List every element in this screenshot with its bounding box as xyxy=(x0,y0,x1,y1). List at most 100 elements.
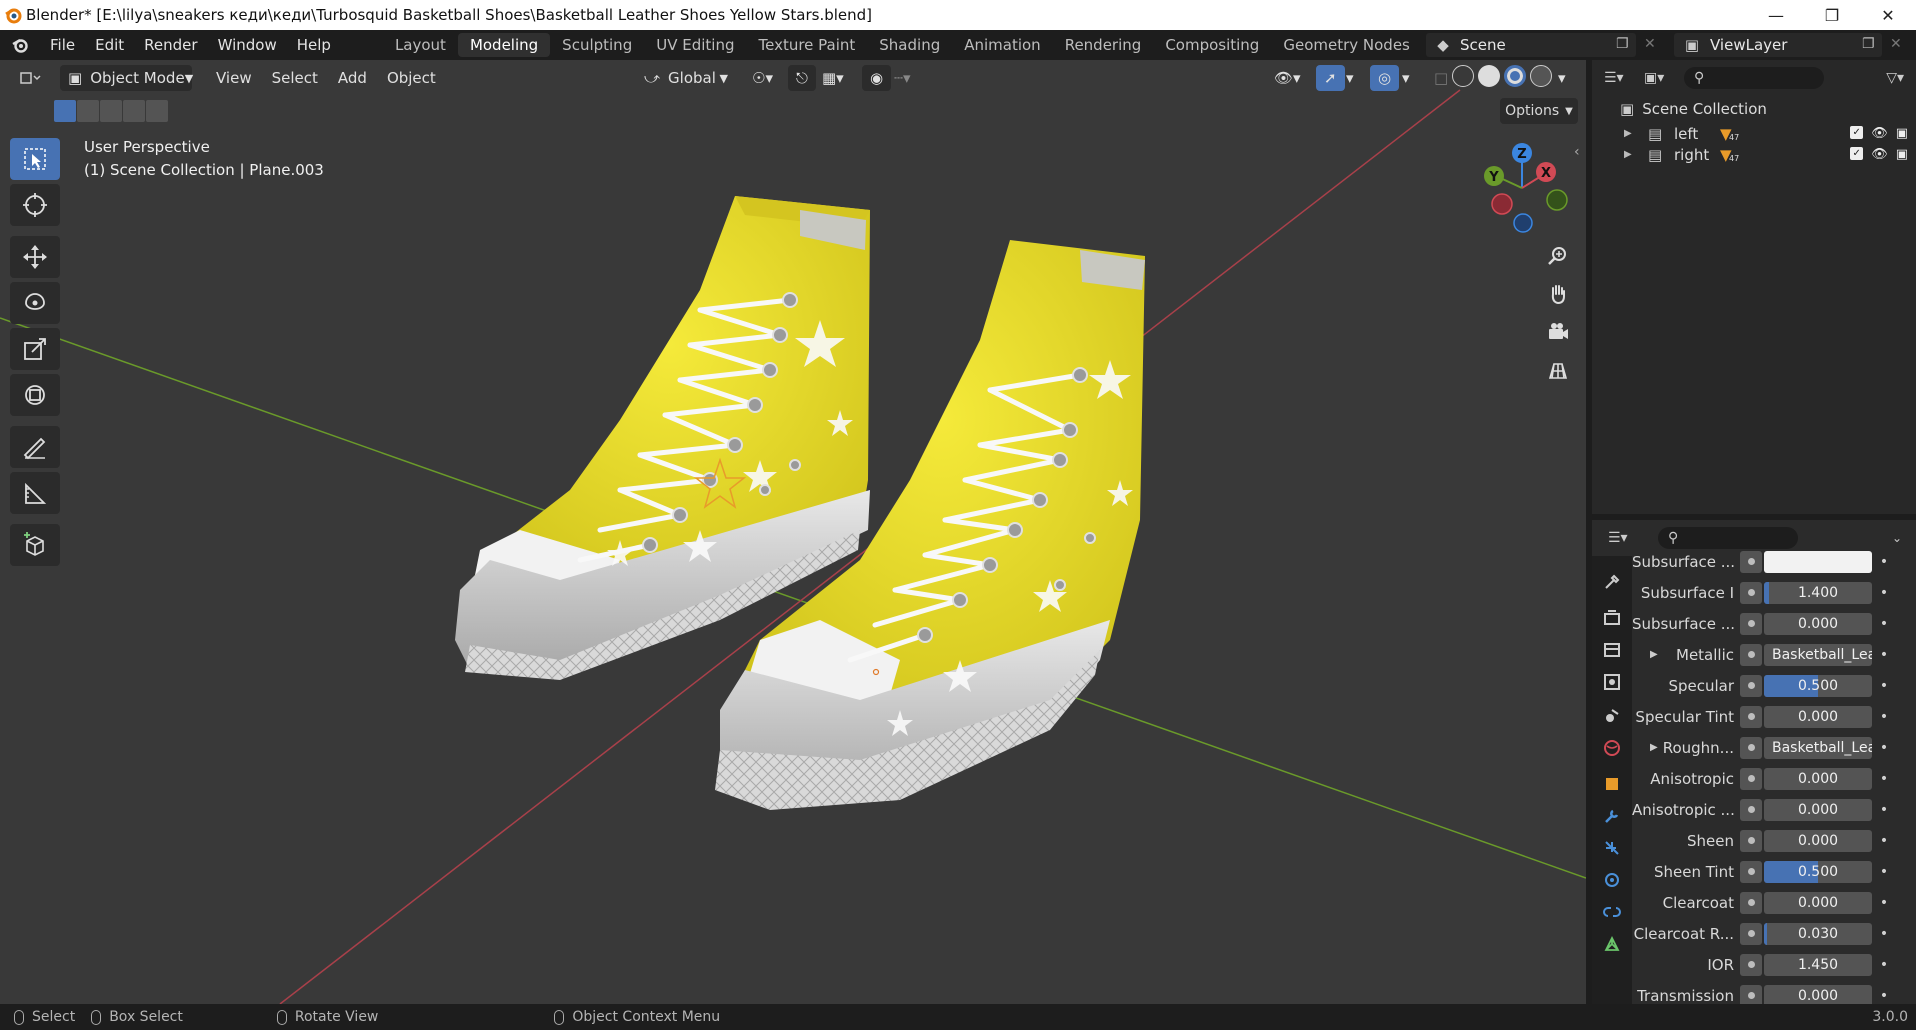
visibility-selector-icon[interactable]: 👁▾ xyxy=(1266,65,1309,91)
view-layer-tab-icon[interactable] xyxy=(1598,668,1626,696)
wireframe-shading-icon[interactable] xyxy=(1452,65,1474,87)
zoom-button[interactable] xyxy=(1542,240,1574,272)
keyframe-dot-icon[interactable]: • xyxy=(1878,988,1890,1004)
number-field[interactable]: 0.030 xyxy=(1764,922,1872,945)
tab-compositing[interactable]: Compositing xyxy=(1153,33,1271,57)
expand-arrow-icon[interactable]: ▶ xyxy=(1624,149,1638,160)
properties-editor-type-icon[interactable]: ☰▾ xyxy=(1608,530,1658,546)
expand-arrow-icon[interactable]: ▶ xyxy=(1650,649,1658,660)
blender-menu-icon[interactable] xyxy=(0,36,40,54)
filter-icon[interactable]: ▽▾ xyxy=(1886,70,1904,86)
keyframe-dot-icon[interactable]: • xyxy=(1878,895,1890,911)
add-cube-tool[interactable] xyxy=(10,524,60,566)
mode-selector[interactable]: ▣ Object Mode ▼ xyxy=(60,65,193,91)
socket-link-icon[interactable] xyxy=(1740,581,1762,604)
delete-view-layer-icon[interactable]: ✕ xyxy=(1890,36,1902,52)
particles-tab-icon[interactable] xyxy=(1598,834,1626,862)
new-view-layer-icon[interactable]: ❐ xyxy=(1862,36,1875,52)
camera-render-icon[interactable]: ▣ xyxy=(1896,147,1908,162)
outliner-search-input[interactable]: ⚲ xyxy=(1684,67,1824,89)
socket-link-icon[interactable] xyxy=(1740,643,1762,666)
tab-uv-editing[interactable]: UV Editing xyxy=(644,33,746,57)
data-tab-icon[interactable] xyxy=(1598,930,1626,958)
keyframe-dot-icon[interactable]: • xyxy=(1878,647,1890,663)
tab-layout[interactable]: Layout xyxy=(383,33,458,57)
scene-selector[interactable]: ◆ Scene xyxy=(1426,33,1636,57)
constraints-tab-icon[interactable] xyxy=(1598,898,1626,926)
tool-tab-icon[interactable] xyxy=(1598,568,1626,596)
new-scene-icon[interactable]: ❐ xyxy=(1616,36,1629,52)
number-field[interactable]: 0.500 xyxy=(1764,860,1872,883)
tab-rendering[interactable]: Rendering xyxy=(1053,33,1154,57)
camera-view-button[interactable] xyxy=(1542,316,1574,348)
socket-link-icon[interactable] xyxy=(1740,860,1762,883)
move-tool[interactable] xyxy=(10,236,60,278)
pivot-point-icon[interactable]: ☉▾ xyxy=(744,65,781,91)
keyframe-dot-icon[interactable]: • xyxy=(1878,833,1890,849)
tab-texture-paint[interactable]: Texture Paint xyxy=(746,33,867,57)
physics-tab-icon[interactable] xyxy=(1598,866,1626,894)
object-tab-icon[interactable] xyxy=(1598,770,1626,798)
outliner-row-scene-collection[interactable]: ▣ Scene Collection xyxy=(1592,96,1916,121)
keyframe-dot-icon[interactable]: • xyxy=(1878,740,1890,756)
display-mode-icon[interactable]: ▣▾ xyxy=(1644,70,1684,86)
keyframe-dot-icon[interactable]: • xyxy=(1878,864,1890,880)
select-intersect-icon[interactable] xyxy=(146,100,168,122)
modifier-tab-icon[interactable] xyxy=(1598,802,1626,830)
select-invert-icon[interactable] xyxy=(123,100,145,122)
texture-link-field[interactable]: Basketball_Lea... xyxy=(1764,643,1872,666)
viewport-menu-select[interactable]: Select xyxy=(262,65,328,91)
keyframe-dot-icon[interactable]: • xyxy=(1878,554,1890,570)
chevron-down-icon[interactable]: ⌄ xyxy=(1892,531,1902,545)
socket-link-icon[interactable] xyxy=(1740,705,1762,728)
keyframe-dot-icon[interactable]: • xyxy=(1878,616,1890,632)
expand-arrow-icon[interactable]: ▶ xyxy=(1650,742,1658,753)
keyframe-dot-icon[interactable]: • xyxy=(1878,585,1890,601)
select-new-icon[interactable] xyxy=(54,100,76,122)
snap-increment-icon[interactable]: ▦▾ xyxy=(814,65,852,91)
keyframe-dot-icon[interactable]: • xyxy=(1878,957,1890,973)
viewport-menu-view[interactable]: View xyxy=(206,65,262,91)
exclude-checkbox[interactable]: ✓ xyxy=(1850,147,1864,160)
scale-tool[interactable] xyxy=(10,328,60,370)
overlays-dropdown-icon[interactable]: ▾ xyxy=(1394,65,1418,91)
socket-link-icon[interactable] xyxy=(1740,550,1762,573)
keyframe-dot-icon[interactable]: • xyxy=(1878,678,1890,694)
keyframe-dot-icon[interactable]: • xyxy=(1878,802,1890,818)
menu-edit[interactable]: Edit xyxy=(85,36,134,54)
shading-dropdown-icon[interactable]: ▾ xyxy=(1550,65,1574,91)
viewport-menu-add[interactable]: Add xyxy=(328,65,377,91)
socket-link-icon[interactable] xyxy=(1740,798,1762,821)
editor-type-button[interactable] xyxy=(12,65,52,91)
outliner-editor-type-icon[interactable]: ☰▾ xyxy=(1604,70,1644,86)
exclude-checkbox[interactable]: ✓ xyxy=(1850,126,1864,139)
select-box-tool[interactable] xyxy=(10,138,60,180)
gizmo-dropdown-icon[interactable]: ▾ xyxy=(1338,65,1362,91)
tab-modeling[interactable]: Modeling xyxy=(457,33,551,57)
socket-link-icon[interactable] xyxy=(1740,612,1762,635)
number-field[interactable]: 0.000 xyxy=(1764,829,1872,852)
number-field[interactable]: 0.000 xyxy=(1764,891,1872,914)
cursor-tool[interactable] xyxy=(10,184,60,226)
scene-tab-icon[interactable] xyxy=(1598,702,1626,730)
select-subtract-icon[interactable] xyxy=(100,100,122,122)
expand-arrow-icon[interactable]: ▶ xyxy=(1624,128,1638,139)
tab-geometry-nodes[interactable]: Geometry Nodes xyxy=(1271,33,1422,57)
transform-tool[interactable] xyxy=(10,374,60,416)
socket-link-icon[interactable] xyxy=(1740,922,1762,945)
solid-shading-icon[interactable] xyxy=(1478,65,1500,87)
snap-toggle-icon[interactable]: ⎋ xyxy=(788,65,816,91)
number-field[interactable]: 0.000 xyxy=(1764,612,1872,635)
annotate-tool[interactable] xyxy=(10,426,60,468)
socket-link-icon[interactable] xyxy=(1740,829,1762,852)
rotate-tool[interactable] xyxy=(10,282,60,324)
socket-link-icon[interactable] xyxy=(1740,767,1762,790)
tab-sculpting[interactable]: Sculpting xyxy=(550,33,644,57)
menu-help[interactable]: Help xyxy=(287,36,341,54)
measure-tool[interactable] xyxy=(10,472,60,514)
view-layer-selector[interactable]: ▣ ViewLayer xyxy=(1674,33,1882,57)
pan-button[interactable] xyxy=(1542,278,1574,310)
color-swatch[interactable] xyxy=(1764,550,1872,573)
eye-icon[interactable]: 👁 xyxy=(1871,147,1888,162)
socket-link-icon[interactable] xyxy=(1740,674,1762,697)
